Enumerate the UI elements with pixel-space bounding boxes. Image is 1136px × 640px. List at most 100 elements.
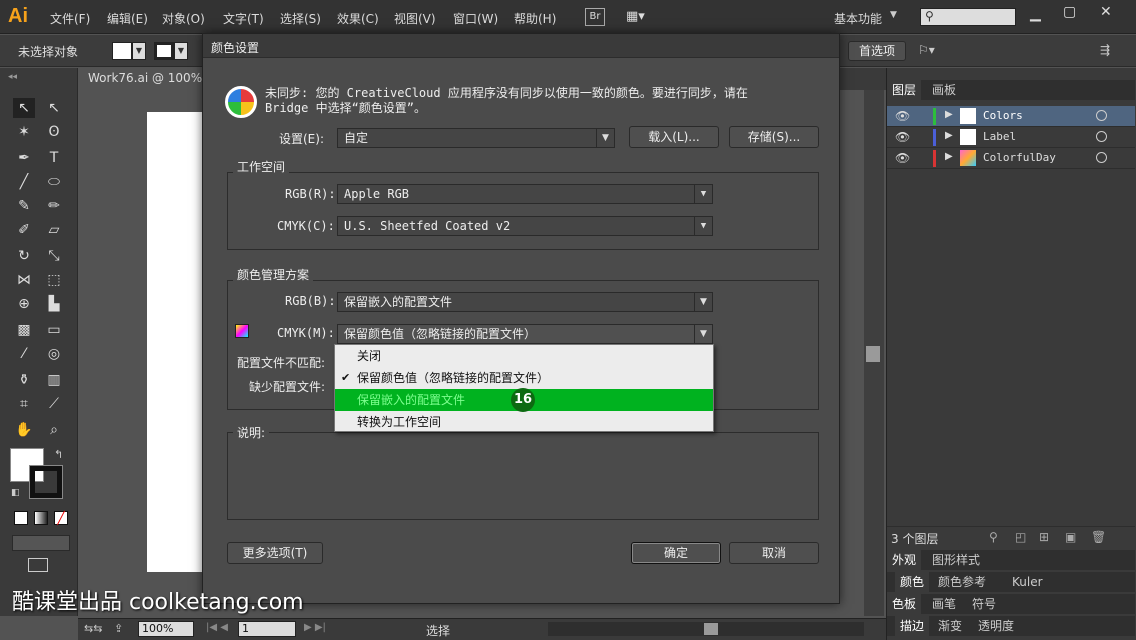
tab-brushes[interactable]: 画笔 — [927, 594, 961, 614]
tab-kuler[interactable]: Kuler — [1007, 572, 1048, 592]
layer-row[interactable]: 👁 ▶ ColorfulDay — [887, 148, 1135, 169]
preferences-button[interactable]: 首选项 — [848, 41, 906, 61]
target-icon[interactable] — [1096, 131, 1107, 142]
layer-name[interactable]: Colors — [983, 109, 1023, 122]
eyedropper-icon[interactable]: ⁄ — [13, 344, 35, 364]
next-page-icon[interactable]: ▶ ▶| — [304, 622, 326, 633]
screen-mode-icon[interactable] — [28, 558, 48, 572]
dropdown-item-preserve-numbers[interactable]: ✔ 保留颜色值（忽略链接的配置文件） — [335, 367, 713, 389]
expand-arrow-icon[interactable]: ▶ — [945, 109, 953, 120]
hand-tool-icon[interactable]: ✋ — [13, 420, 35, 440]
new-sublayer-icon[interactable]: ⊞ — [1039, 530, 1049, 544]
target-icon[interactable] — [1096, 110, 1107, 121]
tab-transparency[interactable]: 透明度 — [973, 616, 1019, 636]
dropdown-item-convert-to-working[interactable]: 转换为工作空间 — [335, 411, 713, 433]
stroke-color-box[interactable] — [29, 465, 63, 499]
blend-tool-icon[interactable]: ◎ — [43, 344, 65, 364]
tab-swatches[interactable]: 色板 — [887, 594, 922, 614]
scrollbar-thumb[interactable] — [704, 623, 718, 635]
policy-cmyk-select[interactable]: 保留颜色值（忽略链接的配置文件） ▼ — [337, 324, 713, 344]
rotate-tool-icon[interactable]: ↻ — [13, 246, 35, 266]
fill-swatch[interactable] — [112, 42, 132, 60]
rgb-workspace-select[interactable]: Apple RGB ▼ — [337, 184, 713, 204]
paintbrush-tool-icon[interactable]: ✎ — [13, 196, 35, 216]
pencil-tool-icon[interactable]: ✏ — [43, 196, 65, 216]
dropdown-item-preserve-embedded[interactable]: 保留嵌入的配置文件 16 — [335, 388, 713, 412]
stroke-swatch[interactable] — [154, 42, 174, 60]
cmyk-workspace-select[interactable]: U.S. Sheetfed Coated v2 ▼ — [337, 216, 713, 236]
lasso-tool-icon[interactable]: ʘ — [43, 122, 65, 142]
close-icon[interactable]: ✕ — [1100, 4, 1112, 20]
zoom-select[interactable]: 100% — [138, 621, 194, 637]
scale-tool-icon[interactable]: ⤡ — [43, 246, 65, 266]
draw-mode-icons[interactable] — [12, 535, 70, 551]
none-mode-icon[interactable]: ╱ — [54, 511, 68, 525]
menu-window[interactable]: 窗口(W) — [453, 10, 498, 27]
swap-colors-icon[interactable]: ↰ — [54, 448, 63, 461]
artboard-nav-icon[interactable]: ⇆⇆ — [84, 622, 102, 635]
artboard[interactable] — [147, 112, 207, 572]
cancel-button[interactable]: 取消 — [729, 542, 819, 564]
eye-icon[interactable]: 👁 — [895, 151, 910, 165]
tab-appearance[interactable]: 外观 — [887, 550, 922, 570]
more-options-button[interactable]: 更多选项(T) — [227, 542, 323, 564]
ellipse-tool-icon[interactable]: ⬭ — [43, 172, 65, 192]
bridge-button[interactable]: Br — [585, 8, 605, 26]
pen-tool-icon[interactable]: ✒ — [13, 148, 35, 168]
menu-view[interactable]: 视图(V) — [394, 10, 436, 27]
expand-arrow-icon[interactable]: ▶ — [945, 130, 953, 141]
target-icon[interactable] — [1096, 152, 1107, 163]
tab-graphic-styles[interactable]: 图形样式 — [927, 550, 985, 570]
symbol-sprayer-icon[interactable]: ⚱ — [13, 370, 35, 390]
vertical-scrollbar[interactable] — [864, 90, 884, 616]
save-button[interactable]: 存储(S)... — [729, 126, 819, 148]
settings-select[interactable]: 自定 ▼ — [337, 128, 615, 148]
menu-file[interactable]: 文件(F) — [50, 10, 90, 27]
menu-help[interactable]: 帮助(H) — [514, 10, 556, 27]
layer-name[interactable]: Label — [983, 130, 1016, 143]
tab-stroke[interactable]: 描边 — [895, 616, 930, 636]
policy-rgb-select[interactable]: 保留嵌入的配置文件 ▼ — [337, 292, 713, 312]
line-tool-icon[interactable]: ╱ — [13, 172, 35, 192]
column-graph-icon[interactable]: ▥ — [43, 370, 65, 390]
layer-name[interactable]: ColorfulDay — [983, 151, 1056, 164]
blob-brush-icon[interactable]: ✐ — [13, 220, 35, 240]
panel-menu-icon[interactable]: ⇶ — [1100, 43, 1110, 57]
slice-tool-icon[interactable]: ⟋ — [43, 394, 65, 414]
selection-tool-icon[interactable]: ↖ — [13, 98, 35, 118]
delete-layer-icon[interactable]: 🗑 — [1091, 530, 1106, 544]
default-colors-icon[interactable]: ◧ — [11, 488, 20, 498]
share-icon[interactable]: ⇪ — [114, 622, 123, 635]
eye-icon[interactable]: 👁 — [895, 109, 910, 123]
first-page-icon[interactable]: |◀ ◀ — [206, 622, 228, 633]
load-button[interactable]: 载入(L)... — [629, 126, 719, 148]
puppet-icon[interactable]: ⚐▾ — [918, 43, 935, 57]
perspective-grid-icon[interactable]: ▙ — [43, 294, 65, 314]
dropdown-item-off[interactable]: 关闭 — [335, 345, 713, 367]
tab-layers[interactable]: 图层 — [887, 80, 922, 100]
workspace-switcher[interactable]: 基本功能 — [834, 10, 882, 27]
clipping-mask-icon[interactable]: ◰ — [1015, 530, 1026, 544]
artboard-tool-icon[interactable]: ⌗ — [13, 394, 35, 414]
document-tab[interactable]: Work76.ai @ 100% — [78, 68, 202, 90]
menu-object[interactable]: 对象(O) — [162, 10, 205, 27]
layer-row[interactable]: 👁 ▶ Label — [887, 127, 1135, 148]
gradient-mode-icon[interactable] — [34, 511, 48, 525]
eye-icon[interactable]: 👁 — [895, 130, 910, 144]
direct-selection-tool-icon[interactable]: ↖ — [43, 98, 65, 118]
stroke-dropdown[interactable]: ▼ — [174, 42, 188, 60]
maximize-icon[interactable]: ▢ — [1063, 4, 1076, 20]
tab-artboards[interactable]: 画板 — [927, 80, 961, 100]
magic-wand-icon[interactable]: ✶ — [13, 122, 35, 142]
type-tool-icon[interactable]: T — [43, 148, 65, 168]
menu-effect[interactable]: 效果(C) — [337, 10, 379, 27]
gradient-tool-icon[interactable]: ▭ — [43, 320, 65, 340]
search-input[interactable]: ⚲ — [920, 8, 1016, 26]
dialog-titlebar[interactable]: 颜色设置 — [203, 34, 839, 58]
page-select[interactable]: 1 — [238, 621, 296, 637]
minimize-icon[interactable]: ▁ — [1030, 6, 1041, 22]
locate-object-icon[interactable]: ⚲ — [989, 530, 998, 544]
layer-row[interactable]: 👁 ▶ Colors — [887, 106, 1135, 127]
ok-button[interactable]: 确定 — [631, 542, 721, 564]
scrollbar-thumb[interactable] — [866, 346, 880, 362]
